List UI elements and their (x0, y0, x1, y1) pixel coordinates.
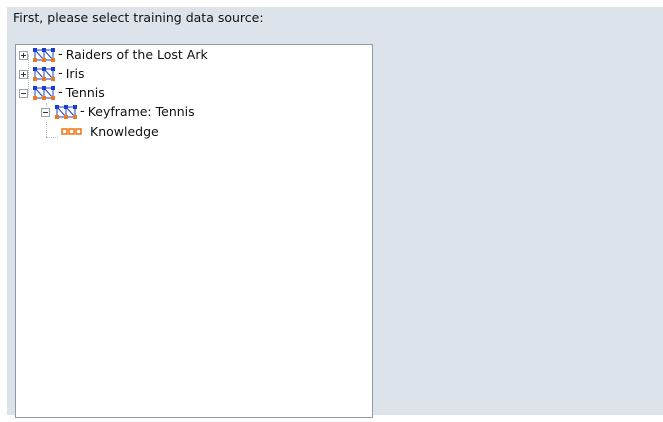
tree-connector (46, 122, 47, 137)
node-separator: - (58, 47, 63, 62)
node-separator: - (58, 85, 63, 100)
tree-node-iris[interactable]: - Iris (19, 65, 85, 83)
tree-node-label[interactable]: Tennis (66, 84, 105, 102)
tree-node-label[interactable]: Raiders of the Lost Ark (66, 46, 208, 64)
collapse-minus-icon[interactable] (41, 107, 50, 117)
tree-node-label[interactable]: Knowledge (90, 123, 159, 141)
data-source-panel: First, please select training data sourc… (7, 7, 663, 418)
network-icon (55, 105, 77, 119)
collapse-minus-icon[interactable] (19, 88, 28, 98)
tree-node-knowledge[interactable]: Knowledge (61, 123, 159, 141)
tree-connector (46, 137, 58, 138)
expand-plus-icon[interactable] (19, 69, 28, 79)
node-separator: - (58, 66, 63, 81)
expand-plus-icon[interactable] (19, 50, 28, 60)
tree-node-tennis[interactable]: - Tennis (19, 84, 105, 102)
knowledge-icon (61, 128, 82, 135)
prompt-label: First, please select training data sourc… (13, 10, 264, 25)
tree-node-label[interactable]: Iris (66, 65, 85, 83)
tree-node-keyframe-tennis[interactable]: - Keyframe: Tennis (41, 103, 195, 121)
tree-node-label[interactable]: Keyframe: Tennis (88, 103, 195, 121)
network-icon (33, 48, 55, 62)
node-separator: - (80, 104, 85, 119)
tree-node-raiders[interactable]: - Raiders of the Lost Ark (19, 46, 208, 64)
data-source-tree[interactable]: - Raiders of the Lost Ark - Iris - Tenni… (15, 44, 373, 418)
network-icon (33, 86, 55, 100)
network-icon (33, 67, 55, 81)
